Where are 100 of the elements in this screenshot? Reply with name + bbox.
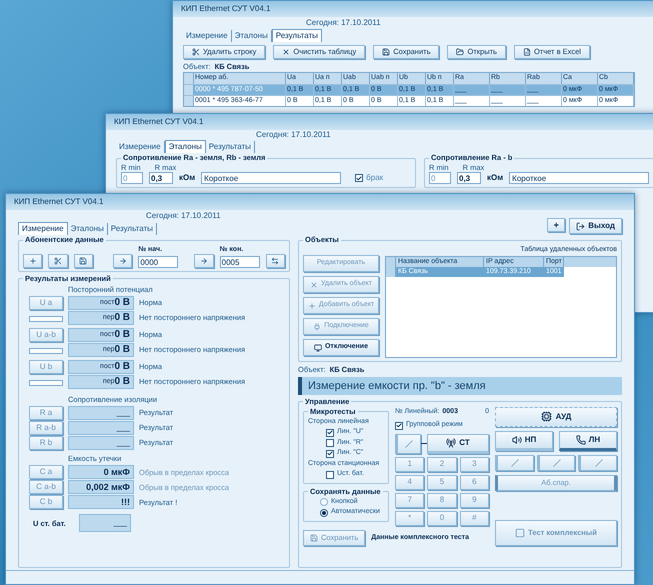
blank-field bbox=[29, 316, 63, 322]
input-field[interactable]: 0 bbox=[121, 172, 143, 184]
value-text: 0 В bbox=[114, 360, 130, 374]
checkbox[interactable] bbox=[326, 428, 334, 436]
switch-button[interactable] bbox=[395, 434, 421, 454]
value-text: 0 В bbox=[114, 296, 130, 310]
value-text: 0 В bbox=[114, 343, 130, 358]
keypad-key[interactable]: 5 bbox=[427, 474, 457, 490]
icon-button[interactable] bbox=[48, 254, 68, 268]
keypad-key[interactable]: 7 bbox=[395, 492, 424, 508]
checkbox[interactable] bbox=[395, 422, 403, 430]
checkbox[interactable] bbox=[355, 174, 364, 182]
tab[interactable]: Результаты bbox=[108, 223, 157, 235]
aud-button[interactable]: АУД bbox=[495, 406, 617, 427]
radio-button[interactable] bbox=[320, 498, 328, 506]
speaker-icon bbox=[512, 434, 522, 445]
st-button[interactable]: СТ bbox=[427, 434, 489, 454]
input-field[interactable]: Короткое bbox=[201, 172, 342, 184]
keypad-key[interactable]: 6 bbox=[460, 474, 489, 490]
window-title: КИП Ethernet СУТ V04.1 bbox=[181, 3, 270, 15]
square-icon bbox=[515, 528, 526, 538]
measure-button[interactable]: U a bbox=[29, 296, 63, 310]
toggle-button[interactable] bbox=[578, 454, 618, 471]
slash-icon bbox=[553, 458, 561, 467]
toolbar-icon bbox=[382, 48, 390, 56]
input-field[interactable]: 0,3 bbox=[457, 172, 481, 184]
toggle-button[interactable] bbox=[495, 454, 534, 471]
value-text: !!! bbox=[121, 496, 130, 508]
value-text: ___ bbox=[116, 422, 130, 434]
measure-button[interactable]: R a bbox=[29, 406, 63, 420]
arrow-button[interactable] bbox=[112, 254, 132, 268]
keypad-key[interactable]: 4 bbox=[395, 474, 424, 490]
toolbar-icon bbox=[522, 48, 531, 56]
icon-button[interactable] bbox=[74, 254, 93, 268]
value-text: ___ bbox=[116, 437, 130, 449]
measure-button[interactable]: U b bbox=[29, 360, 63, 374]
checkbox[interactable] bbox=[326, 439, 334, 447]
radio-button[interactable] bbox=[320, 508, 328, 516]
value-text: 0 В bbox=[114, 311, 130, 326]
save-icon bbox=[79, 256, 88, 264]
checkbox[interactable] bbox=[326, 470, 334, 478]
keypad-key[interactable]: 0 bbox=[427, 510, 457, 526]
measure-button[interactable]: R b bbox=[29, 436, 63, 450]
arrow-button[interactable] bbox=[194, 254, 214, 268]
toolbar-icon bbox=[192, 48, 200, 56]
arrow-icon bbox=[118, 256, 127, 264]
measure-button[interactable]: R a-b bbox=[29, 421, 63, 435]
keypad-key[interactable]: 3 bbox=[460, 456, 489, 472]
value-display: ___ bbox=[79, 514, 131, 532]
checkbox[interactable] bbox=[326, 450, 334, 458]
slash-icon bbox=[594, 458, 603, 467]
ln-button[interactable]: ЛН bbox=[559, 430, 617, 451]
checkbox-label: брак bbox=[366, 172, 384, 184]
value-text: 0 В bbox=[114, 328, 130, 342]
input-field[interactable]: 0000 bbox=[138, 256, 178, 268]
plus-icon bbox=[28, 256, 37, 264]
measure-button[interactable]: C b bbox=[29, 495, 63, 510]
tab[interactable]: Результаты bbox=[206, 141, 255, 153]
keypad-key[interactable]: * bbox=[395, 510, 424, 526]
add-button[interactable]: + bbox=[547, 218, 566, 232]
value-text: 0 В bbox=[114, 375, 130, 390]
np-button[interactable]: НП bbox=[495, 430, 553, 451]
icon-button[interactable] bbox=[23, 254, 42, 268]
date-text: Сегодня: 17.10.2011 bbox=[146, 210, 221, 222]
toolbar-icon bbox=[456, 48, 464, 56]
keypad-key[interactable]: 1 bbox=[395, 456, 424, 472]
measure-button[interactable]: C a-b bbox=[29, 480, 63, 494]
arrow-icon bbox=[200, 256, 208, 264]
value-text: ___ bbox=[116, 407, 130, 419]
status-banner: Измерение емкости пр. "b" - земля bbox=[298, 376, 622, 395]
swap-button[interactable] bbox=[266, 254, 285, 268]
exit-button[interactable]: Выход bbox=[569, 218, 622, 234]
keypad-key[interactable]: 8 bbox=[427, 492, 457, 508]
tab[interactable]: Измерение bbox=[183, 30, 232, 42]
save-icon bbox=[310, 534, 318, 542]
tab[interactable]: Эталоны bbox=[164, 140, 206, 153]
phone-icon bbox=[576, 434, 586, 445]
tab[interactable]: Измерение bbox=[18, 222, 68, 235]
tab[interactable]: Результаты bbox=[272, 29, 322, 42]
toggle-button[interactable] bbox=[536, 454, 576, 471]
tab[interactable]: Эталоны bbox=[68, 223, 108, 235]
scissors-icon bbox=[54, 256, 62, 264]
window-title: КИП Ethernet СУТ V04.1 bbox=[14, 196, 104, 208]
keypad-key[interactable]: # bbox=[460, 510, 489, 526]
value-text: 0,002 мкФ bbox=[86, 480, 130, 494]
blank-field bbox=[29, 348, 63, 354]
swap-icon bbox=[271, 256, 280, 264]
input-field[interactable]: 0 bbox=[429, 172, 451, 184]
input-field[interactable]: 0,3 bbox=[149, 172, 173, 184]
keypad-key[interactable]: 2 bbox=[427, 456, 457, 472]
tower-icon bbox=[446, 438, 456, 448]
plug-icon bbox=[313, 322, 322, 330]
monitor-icon bbox=[314, 344, 322, 352]
slash-icon bbox=[405, 440, 413, 448]
input-field[interactable]: 0005 bbox=[220, 256, 260, 268]
input-field[interactable]: Короткое bbox=[509, 172, 650, 184]
date-text: Сегодня: 17.10.2011 bbox=[256, 130, 332, 140]
measure-button[interactable]: C a bbox=[29, 465, 63, 480]
keypad-key[interactable]: 9 bbox=[460, 492, 489, 508]
measure-button[interactable]: U a-b bbox=[29, 328, 63, 342]
